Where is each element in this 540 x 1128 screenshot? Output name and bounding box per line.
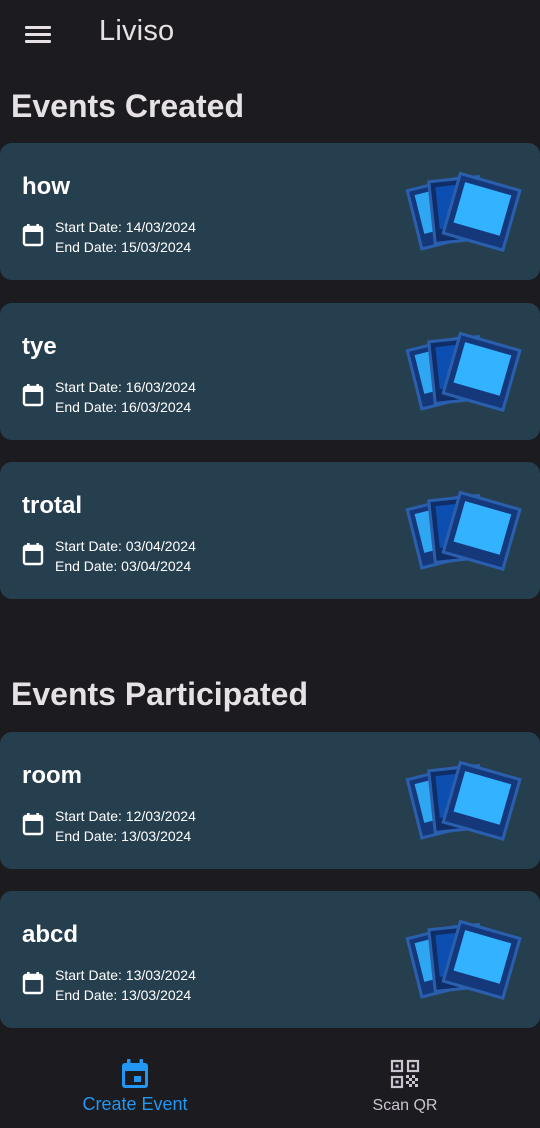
event-name: tye bbox=[22, 333, 57, 360]
event-card-trotal[interactable]: trotal Start Date: 03/04/2024 End Date: … bbox=[0, 462, 540, 599]
event-dates: Start Date: 13/03/2024 End Date: 13/03/2… bbox=[55, 966, 196, 1005]
end-date: End Date: 13/03/2024 bbox=[55, 986, 192, 1003]
qr-code-icon bbox=[390, 1059, 420, 1089]
app-bar: Liviso bbox=[0, 0, 540, 72]
event-dates: Start Date: 12/03/2024 End Date: 13/03/2… bbox=[55, 807, 196, 846]
nav-scan-qr-label: Scan QR bbox=[372, 1097, 438, 1114]
end-date: End Date: 15/03/2024 bbox=[55, 238, 192, 255]
menu-icon[interactable] bbox=[18, 16, 58, 56]
start-date: Start Date: 03/04/2024 bbox=[55, 538, 196, 554]
event-name: room bbox=[22, 762, 82, 789]
photo-stack-icon bbox=[405, 919, 522, 1001]
start-date: Start Date: 12/03/2024 bbox=[55, 808, 196, 824]
bottom-navigation: Create Event Scan QR bbox=[0, 1040, 540, 1128]
event-card-how[interactable]: how Start Date: 14/03/2024 End Date: 15/… bbox=[0, 143, 540, 280]
photo-stack-icon bbox=[405, 331, 522, 413]
end-date: End Date: 16/03/2024 bbox=[55, 398, 192, 415]
event-name: abcd bbox=[22, 921, 79, 948]
events-created-heading: Events Created bbox=[11, 88, 244, 124]
event-card-abcd[interactable]: abcd Start Date: 13/03/2024 End Date: 13… bbox=[0, 891, 540, 1028]
calendar-icon bbox=[22, 224, 44, 247]
photo-stack-icon bbox=[405, 490, 522, 572]
calendar-icon bbox=[22, 543, 44, 566]
event-name: trotal bbox=[22, 492, 82, 519]
nav-scan-qr[interactable]: Scan QR bbox=[270, 1040, 540, 1128]
photo-stack-icon bbox=[405, 760, 522, 842]
end-date: End Date: 03/04/2024 bbox=[55, 557, 192, 574]
start-date: Start Date: 16/03/2024 bbox=[55, 379, 196, 395]
calendar-icon bbox=[22, 384, 44, 407]
start-date: Start Date: 14/03/2024 bbox=[55, 219, 196, 235]
app-title: Liviso bbox=[99, 15, 175, 47]
nav-create-event[interactable]: Create Event bbox=[0, 1040, 270, 1128]
start-date: Start Date: 13/03/2024 bbox=[55, 967, 196, 983]
calendar-icon bbox=[22, 972, 44, 995]
nav-create-event-label: Create Event bbox=[82, 1094, 188, 1114]
event-dates: Start Date: 03/04/2024 End Date: 03/04/2… bbox=[55, 537, 196, 576]
event-dates: Start Date: 16/03/2024 End Date: 16/03/2… bbox=[55, 378, 196, 417]
end-date: End Date: 13/03/2024 bbox=[55, 827, 192, 844]
menu-icon-bar bbox=[25, 40, 51, 43]
events-participated-heading: Events Participated bbox=[11, 676, 308, 712]
calendar-icon bbox=[22, 813, 44, 836]
event-calendar-icon bbox=[122, 1059, 148, 1088]
event-dates: Start Date: 14/03/2024 End Date: 15/03/2… bbox=[55, 218, 196, 257]
event-card-tye[interactable]: tye Start Date: 16/03/2024 End Date: 16/… bbox=[0, 303, 540, 440]
photo-stack-icon bbox=[405, 171, 522, 253]
menu-icon-bar bbox=[25, 26, 51, 29]
menu-icon-bar bbox=[25, 33, 51, 36]
event-name: how bbox=[22, 173, 70, 200]
event-card-room[interactable]: room Start Date: 12/03/2024 End Date: 13… bbox=[0, 732, 540, 869]
